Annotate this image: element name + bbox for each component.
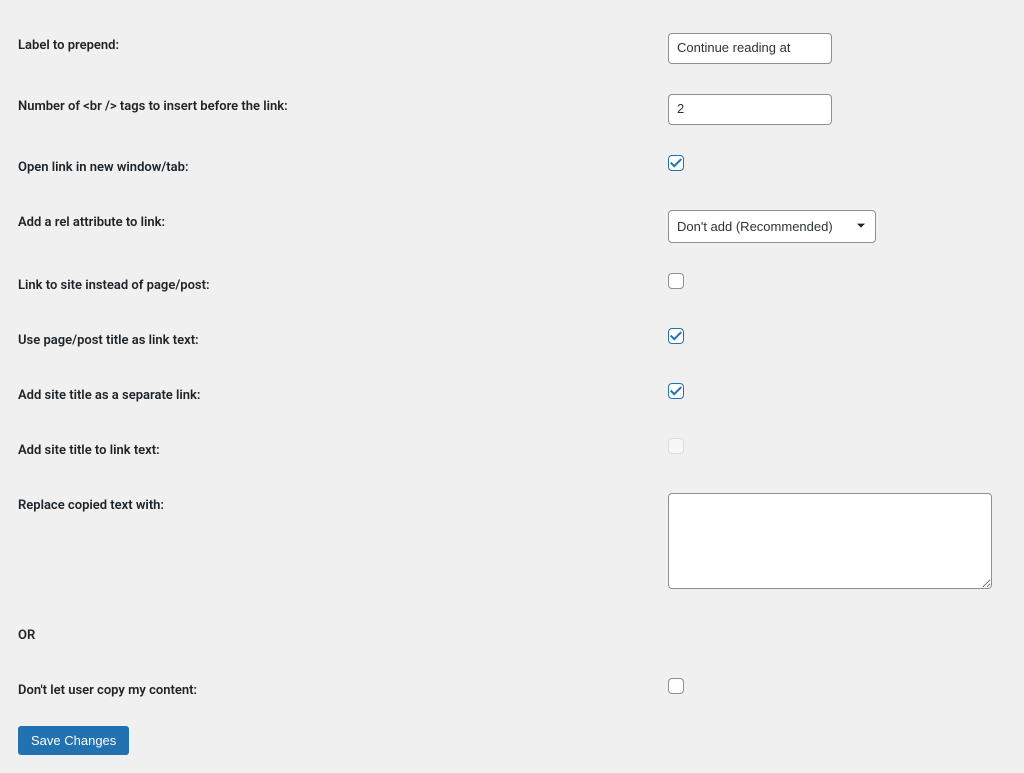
title-as-link-label: Use page/post title as link text: (18, 313, 658, 368)
save-button[interactable]: Save Changes (18, 726, 129, 755)
or-label: OR (18, 608, 658, 663)
replace-text-label: Replace copied text with: (18, 478, 658, 608)
site-title-text-label: Add site title to link text: (18, 423, 658, 478)
link-site-label: Link to site instead of page/post: (18, 258, 658, 313)
label-prepend-input[interactable] (668, 33, 832, 64)
label-prepend-label: Label to prepend: (18, 18, 658, 79)
br-count-label: Number of <br /> tags to insert before t… (18, 79, 658, 140)
open-new-checkbox[interactable] (668, 155, 684, 171)
br-count-input[interactable] (668, 94, 832, 125)
title-as-link-checkbox[interactable] (668, 328, 684, 344)
site-title-sep-label: Add site title as a separate link: (18, 368, 658, 423)
site-title-sep-checkbox[interactable] (668, 383, 684, 399)
dont-copy-checkbox[interactable] (668, 678, 684, 694)
link-site-checkbox[interactable] (668, 273, 684, 289)
replace-text-textarea[interactable] (668, 493, 992, 589)
open-new-label: Open link in new window/tab: (18, 140, 658, 195)
site-title-text-checkbox (668, 438, 684, 454)
dont-copy-label: Don't let user copy my content: (18, 663, 658, 718)
rel-attr-select[interactable]: Don't add (Recommended) (668, 210, 876, 243)
rel-attr-label: Add a rel attribute to link: (18, 195, 658, 258)
